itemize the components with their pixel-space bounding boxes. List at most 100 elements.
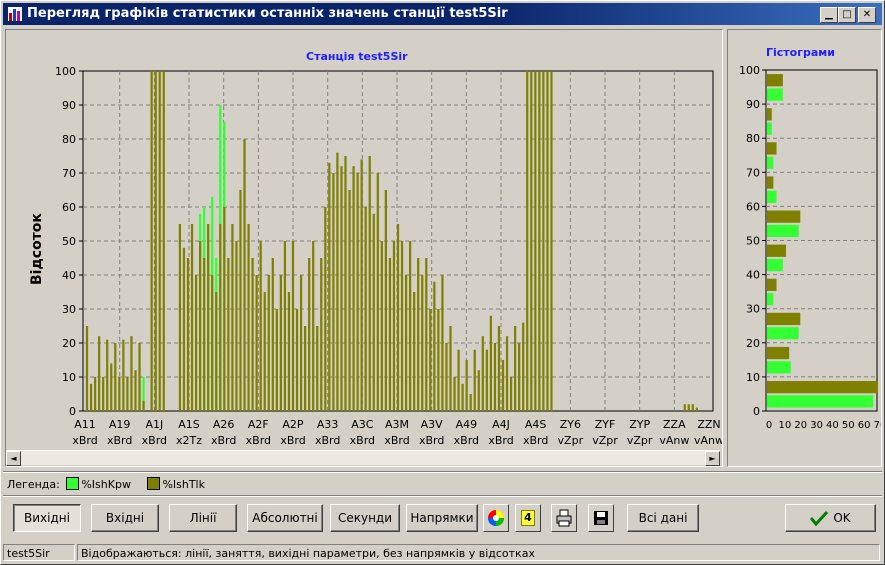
minimize-button[interactable]: ▁ (820, 7, 838, 23)
x-tick-label: 10 (778, 420, 791, 431)
minimize-icon: ▁ (825, 9, 833, 20)
bar-IshTlk (134, 370, 137, 411)
x-tick-label: A3M (385, 418, 409, 431)
bar-IshTlk (417, 258, 420, 411)
bar-IshTlk (497, 326, 501, 411)
bar-IshTlk (186, 258, 190, 411)
y-tick-label: 30 (62, 303, 76, 316)
bar-IshTlk (291, 241, 295, 411)
bar-IshTlk (691, 404, 694, 411)
bar-IshTlk (546, 71, 549, 411)
divider (3, 495, 882, 497)
bar-IshTlk (485, 349, 488, 411)
x-tick-label: A2F (248, 418, 269, 431)
y-tick-label: 30 (746, 303, 760, 316)
bar-IshTlk (489, 315, 493, 411)
digits-badge: 4 (521, 510, 535, 526)
histogram-bar (767, 244, 787, 257)
bar-IshTlk (360, 159, 363, 411)
bar-IshTlk (356, 173, 359, 411)
bar-IshTlk (421, 275, 424, 411)
printer-icon (556, 509, 572, 527)
x-tick-label: ZY6 (560, 418, 581, 431)
x-tick-label: xBrd (142, 434, 167, 447)
incoming-button[interactable]: Вхідні (91, 504, 159, 532)
print-button[interactable] (551, 504, 577, 532)
bar-IshTlk (344, 156, 347, 411)
bar-IshTlk (683, 404, 686, 411)
histogram-bar (767, 395, 874, 408)
maximize-button[interactable]: □ (838, 7, 856, 23)
bar-IshTlk (340, 166, 343, 411)
x-tick-label: A26 (213, 418, 235, 431)
x-tick-label: 30 (810, 420, 823, 431)
bar-IshTlk (303, 326, 307, 411)
legend-item-label: %IshKpw (81, 478, 131, 491)
color-palette-button[interactable] (483, 504, 509, 532)
histogram-bar (767, 122, 772, 135)
bar-IshTlk (239, 190, 242, 411)
histogram-bar (767, 293, 774, 306)
y-tick-label: 60 (62, 201, 76, 214)
bar-IshTlk (93, 377, 97, 411)
scroll-right-button[interactable]: ► (705, 451, 720, 466)
bar-IshTlk (85, 326, 89, 411)
close-button[interactable]: ✕ (858, 7, 876, 23)
seconds-button[interactable]: Секунди (330, 504, 400, 532)
divider (3, 471, 882, 473)
histogram-bar (767, 224, 799, 238)
absolute-button[interactable]: Абсолютні (247, 504, 323, 532)
bar-IshTlk (106, 339, 109, 411)
digits-button[interactable]: 4 (515, 504, 541, 532)
bar-IshTlk (542, 71, 545, 411)
bar-IshTlk (279, 275, 282, 411)
bar-IshTlk (215, 292, 218, 411)
y-tick-label: 70 (62, 167, 76, 180)
histogram-bar (767, 380, 878, 394)
main-chart-panel: Станція test5Sir Відсоток 0 10 20 30 40 50 60 7… (5, 29, 723, 467)
legend: Легенда: %IshKpw %IshTlk (7, 477, 215, 493)
bar-IshTlk (207, 224, 210, 411)
bar-IshTlk (142, 400, 145, 411)
bar-IshTlk (89, 383, 93, 411)
legend-swatch (147, 477, 161, 490)
x-tick-label: xBrd (384, 434, 409, 447)
y-tick-label: 40 (62, 269, 76, 282)
bar-IshTlk (522, 322, 525, 411)
histogram-bar (767, 361, 791, 374)
lines-button[interactable]: Лінії (169, 504, 237, 532)
x-tick-label: A33 (317, 418, 339, 431)
bar-IshTlk (453, 377, 456, 411)
histogram-bar (767, 346, 790, 360)
bar-IshTlk (255, 275, 258, 411)
outgoing-button[interactable]: Вихідні (13, 504, 81, 532)
bar-IshTlk (514, 326, 517, 411)
bar-IshTlk (429, 309, 432, 411)
y-tick-label: 50 (746, 235, 760, 248)
horizontal-scrollbar[interactable]: ◄ ► (6, 450, 720, 466)
bar-IshTlk (481, 336, 484, 411)
legend-label: Легенда: (7, 478, 60, 491)
ok-button[interactable]: OK (785, 504, 876, 532)
histogram-bar (767, 156, 774, 169)
histogram-bar (767, 176, 774, 189)
bar-IshTlk (98, 336, 101, 411)
bar-IshTlk (198, 241, 202, 411)
title-bar[interactable]: Перегляд графіків статистики останніх зн… (3, 3, 882, 25)
directions-button[interactable]: Напрямки (406, 504, 478, 532)
y-tick-label: 40 (746, 269, 760, 282)
x-tick-label: A4S (525, 418, 547, 431)
bar-IshTlk (320, 258, 323, 411)
save-button[interactable] (588, 504, 614, 532)
bar-IshTlk (295, 309, 299, 411)
x-tick-label: ZYP (629, 418, 650, 431)
x-tick-label: xBrd (280, 434, 305, 447)
y-tick-label: 100 (739, 64, 760, 77)
histogram-chart: 0102030405060708090100010203040506070 (739, 64, 881, 431)
x-tick-label: A1S (178, 418, 200, 431)
scroll-left-button[interactable]: ◄ (6, 451, 21, 466)
y-tick-label: 10 (62, 371, 76, 384)
bar-IshTlk (352, 166, 355, 411)
all-data-button[interactable]: Всі дані (627, 504, 699, 532)
bar-IshTlk (324, 207, 327, 411)
